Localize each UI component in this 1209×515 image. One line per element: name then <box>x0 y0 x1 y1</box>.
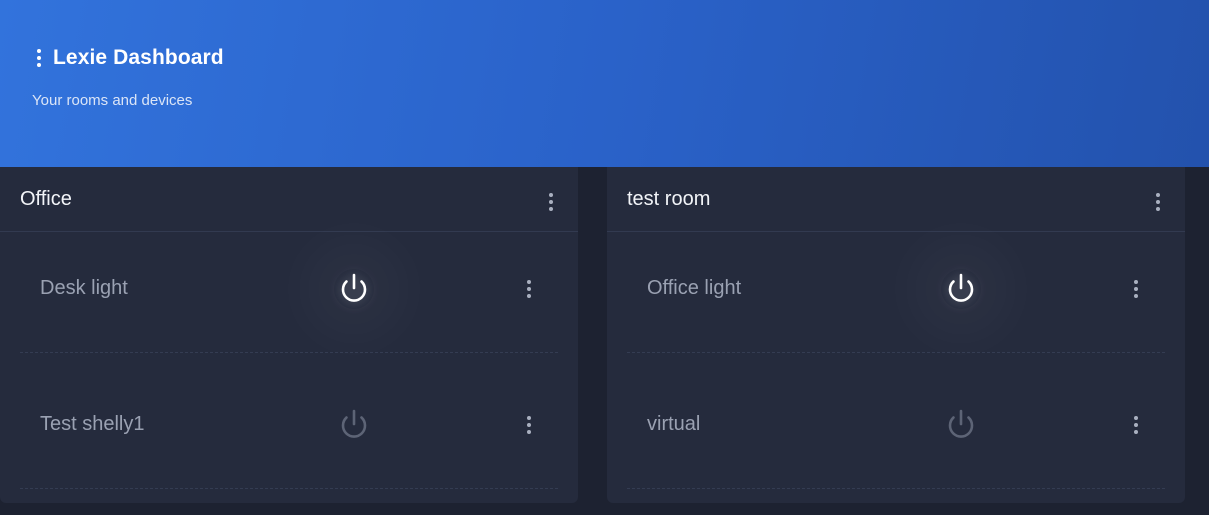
room-menu-icon[interactable] <box>544 192 558 212</box>
device-menu-icon[interactable] <box>522 279 536 299</box>
power-icon <box>341 409 367 438</box>
device-name: Desk light <box>40 277 128 299</box>
device-name: Test shelly1 <box>40 413 145 435</box>
header-title-row: Lexie Dashboard <box>32 46 224 70</box>
device-row: virtual <box>627 369 1165 489</box>
power-toggle-button[interactable] <box>334 405 374 445</box>
device-name: Office light <box>647 277 742 299</box>
device-menu-icon[interactable] <box>1129 415 1143 435</box>
page-title: Lexie Dashboard <box>53 46 224 69</box>
page-subtitle: Your rooms and devices <box>32 92 193 109</box>
kebab-menu-icon[interactable] <box>32 48 46 68</box>
device-name: virtual <box>647 413 701 435</box>
device-row: Desk light <box>20 233 558 353</box>
power-toggle-button[interactable] <box>941 405 981 445</box>
room-name: Office <box>20 188 72 210</box>
power-icon <box>341 273 367 302</box>
power-icon <box>948 409 974 438</box>
room-card-office: Office Desk light Test shelly1 <box>0 167 578 503</box>
room-card-test-room: test room Office light virtual <box>607 167 1185 503</box>
room-menu-icon[interactable] <box>1151 192 1165 212</box>
device-menu-icon[interactable] <box>522 415 536 435</box>
device-menu-icon[interactable] <box>1129 279 1143 299</box>
device-row: Test shelly1 <box>20 369 558 489</box>
power-toggle-button[interactable] <box>941 269 981 309</box>
dashboard-header: Lexie Dashboard Your rooms and devices <box>0 0 1209 167</box>
power-toggle-button[interactable] <box>334 269 374 309</box>
room-header: Office <box>0 167 578 232</box>
room-name: test room <box>627 188 711 210</box>
power-icon <box>948 273 974 302</box>
room-header: test room <box>607 167 1185 232</box>
device-row: Office light <box>627 233 1165 353</box>
